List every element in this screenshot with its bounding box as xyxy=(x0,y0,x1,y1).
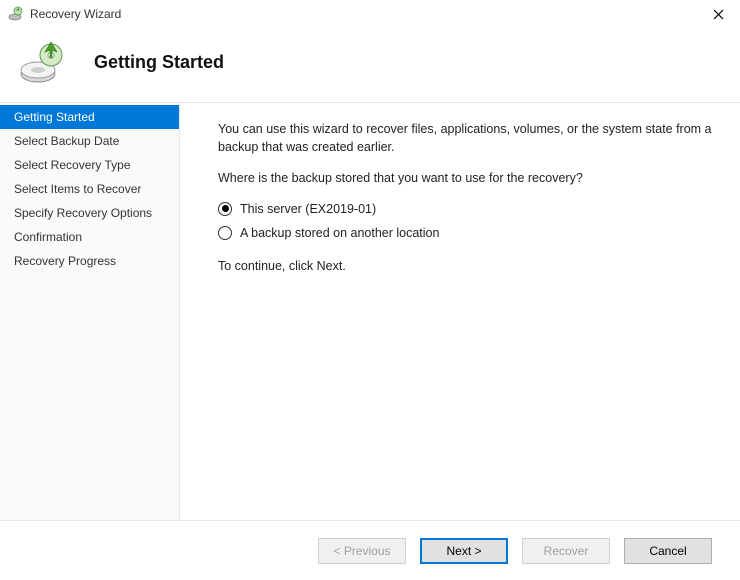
step-confirmation[interactable]: Confirmation xyxy=(0,225,179,249)
page-title: Getting Started xyxy=(94,52,224,73)
wizard-steps-sidebar: Getting Started Select Backup Date Selec… xyxy=(0,103,180,520)
cancel-button[interactable]: Cancel xyxy=(624,538,712,564)
recovery-header-icon xyxy=(18,38,66,86)
question-text: Where is the backup stored that you want… xyxy=(218,170,712,188)
window-title: Recovery Wizard xyxy=(30,7,121,21)
step-specify-recovery-options[interactable]: Specify Recovery Options xyxy=(0,201,179,225)
step-label: Getting Started xyxy=(14,110,95,124)
step-label: Select Recovery Type xyxy=(14,158,131,172)
step-label: Specify Recovery Options xyxy=(14,206,152,220)
wizard-main-panel: You can use this wizard to recover files… xyxy=(180,103,740,520)
wizard-body: Getting Started Select Backup Date Selec… xyxy=(0,102,740,520)
radio-other-location[interactable]: A backup stored on another location xyxy=(218,226,712,240)
step-label: Select Backup Date xyxy=(14,134,119,148)
wizard-footer: < Previous Next > Recover Cancel xyxy=(0,520,740,580)
continue-hint: To continue, click Next. xyxy=(218,258,712,276)
radio-label: A backup stored on another location xyxy=(240,226,439,240)
previous-button: < Previous xyxy=(318,538,406,564)
step-select-items-to-recover[interactable]: Select Items to Recover xyxy=(0,177,179,201)
radio-icon xyxy=(218,226,232,240)
intro-text: You can use this wizard to recover files… xyxy=(218,121,712,156)
wizard-header: Getting Started xyxy=(0,28,740,102)
recover-button: Recover xyxy=(522,538,610,564)
next-button[interactable]: Next > xyxy=(420,538,508,564)
step-label: Select Items to Recover xyxy=(14,182,141,196)
step-label: Confirmation xyxy=(14,230,82,244)
radio-label: This server (EX2019-01) xyxy=(240,202,376,216)
titlebar: Recovery Wizard xyxy=(0,0,740,28)
step-getting-started[interactable]: Getting Started xyxy=(0,105,179,129)
close-icon xyxy=(713,9,724,20)
radio-icon xyxy=(218,202,232,216)
radio-this-server[interactable]: This server (EX2019-01) xyxy=(218,202,712,216)
step-select-backup-date[interactable]: Select Backup Date xyxy=(0,129,179,153)
step-label: Recovery Progress xyxy=(14,254,116,268)
step-select-recovery-type[interactable]: Select Recovery Type xyxy=(0,153,179,177)
recovery-wizard-icon xyxy=(8,6,24,22)
step-recovery-progress[interactable]: Recovery Progress xyxy=(0,249,179,273)
close-button[interactable] xyxy=(704,0,732,28)
